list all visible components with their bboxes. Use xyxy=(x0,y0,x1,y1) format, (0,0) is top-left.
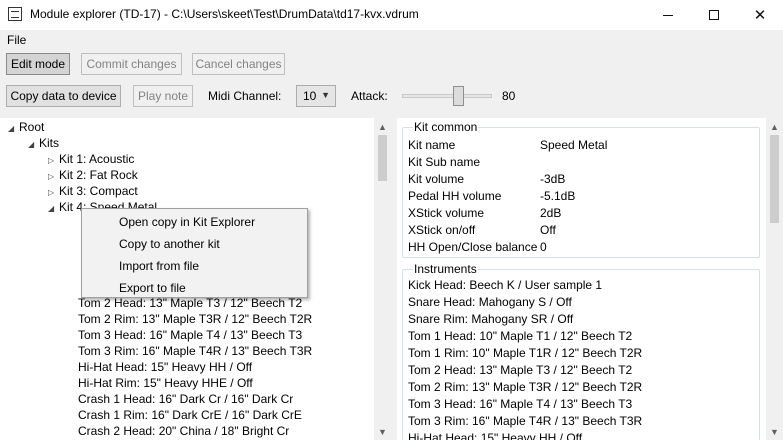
instruments-group: Instruments Kick Head: Beech K / User sa… xyxy=(402,262,760,440)
chevron-up-icon[interactable]: ▲ xyxy=(766,118,783,135)
detail-scrollbar-thumb[interactable] xyxy=(770,135,779,223)
triangle-right-icon: ▷ xyxy=(48,156,55,165)
instrument-row: Tom 3 Rim: 16" Maple T4R / 13" Beech T3R xyxy=(408,414,643,428)
attack-label: Attack: xyxy=(351,89,388,103)
detail-panel: Kit common Kit name Speed Metal Kit Sub n… xyxy=(397,118,767,440)
minimize-icon xyxy=(663,14,673,16)
copy-data-to-device-button[interactable]: Copy data to device xyxy=(6,85,121,107)
triangle-right-icon: ▷ xyxy=(48,188,55,197)
instrument-row: Hi-Hat Head: 15" Heavy HH / Off xyxy=(408,431,583,440)
context-menu-copy-to-kit[interactable]: Copy to another kit xyxy=(119,237,220,251)
context-menu: Open copy in Kit Explorer Copy to anothe… xyxy=(81,208,308,298)
instrument-row: Tom 1 Head: 10" Maple T1 / 12" Beech T2 xyxy=(408,329,633,343)
tree-item-instrument[interactable]: Tom 2 Head: 13" Maple T3 / 12" Beech T2 xyxy=(78,296,302,310)
kit-common-row: Kit Sub name xyxy=(408,155,481,169)
tree-item-instrument[interactable]: Crash 1 Rim: 16" Dark CrE / 16" Dark CrE xyxy=(78,408,302,422)
commit-changes-button[interactable]: Commit changes xyxy=(81,53,182,75)
attack-value: 80 xyxy=(502,89,516,103)
tree-item-kit[interactable]: ▷ Kit 1: Acoustic xyxy=(48,152,134,166)
tree-item-instrument[interactable]: Hi-Hat Head: 15" Heavy HH / Off xyxy=(78,360,252,374)
midi-channel-label: Midi Channel: xyxy=(208,89,282,103)
menu-file[interactable]: File xyxy=(7,33,26,47)
kit-common-group: Kit common Kit name Speed Metal Kit Sub n… xyxy=(402,120,760,258)
instruments-title: Instruments xyxy=(413,262,478,276)
tree-item-root[interactable]: ◢ Root xyxy=(8,120,44,134)
kit-common-row: HH Open/Close balance 0 xyxy=(408,240,547,254)
maximize-button[interactable] xyxy=(691,0,737,30)
tree-item-kit[interactable]: ▷ Kit 2: Fat Rock xyxy=(48,168,138,182)
tree-item-instrument[interactable]: Crash 1 Head: 16" Dark Cr / 16" Dark Cr xyxy=(78,392,293,406)
instrument-row: Snare Head: Mahogany S / Off xyxy=(408,295,572,309)
kit-common-row: Kit name Speed Metal xyxy=(408,138,608,152)
instrument-row: Tom 2 Rim: 13" Maple T3R / 12" Beech T2R xyxy=(408,380,643,394)
tree-item-instrument[interactable]: Tom 3 Head: 16" Maple T4 / 13" Beech T3 xyxy=(78,328,302,342)
triangle-right-icon: ▷ xyxy=(48,172,55,181)
chevron-down-icon[interactable]: ▼ xyxy=(374,423,391,440)
context-menu-open-copy[interactable]: Open copy in Kit Explorer xyxy=(119,215,255,229)
kit-common-row: XStick volume 2dB xyxy=(408,206,562,220)
play-note-button[interactable]: Play note xyxy=(133,85,193,107)
context-menu-import[interactable]: Import from file xyxy=(119,259,199,273)
tree-item-instrument[interactable]: Tom 3 Rim: 16" Maple T4R / 13" Beech T3R xyxy=(78,344,312,358)
close-button[interactable]: ✕ xyxy=(737,0,783,30)
chevron-down-icon[interactable]: ▼ xyxy=(766,423,783,440)
tree-scrollbar[interactable]: ▲ ▼ xyxy=(374,118,391,440)
tree-item-instrument[interactable]: Tom 2 Rim: 13" Maple T3R / 12" Beech T2R xyxy=(78,312,312,326)
triangle-down-icon: ◢ xyxy=(28,140,35,149)
kit-common-row: XStick on/off Off xyxy=(408,223,556,237)
kit-common-row: Pedal HH volume -5.1dB xyxy=(408,189,576,203)
instrument-row: Snare Rim: Mahogany SR / Off xyxy=(408,312,574,326)
maximize-icon xyxy=(709,10,719,20)
triangle-down-icon: ◢ xyxy=(48,204,55,213)
triangle-down-icon: ◢ xyxy=(8,124,15,133)
tree-item-kit[interactable]: ▷ Kit 3: Compact xyxy=(48,184,138,198)
chevron-up-icon[interactable]: ▲ xyxy=(374,118,391,135)
attack-slider-thumb[interactable] xyxy=(453,86,464,106)
cancel-changes-button[interactable]: Cancel changes xyxy=(192,53,285,75)
kit-common-title: Kit common xyxy=(413,120,479,134)
chevron-down-icon: ▼ xyxy=(321,90,330,100)
tree-scrollbar-thumb[interactable] xyxy=(378,135,387,181)
tree-item-kits[interactable]: ◢ Kits xyxy=(28,136,59,150)
minimize-button[interactable] xyxy=(645,0,691,30)
edit-mode-button[interactable]: Edit mode xyxy=(6,53,70,75)
kit-common-row: Kit volume -3dB xyxy=(408,172,566,186)
attack-slider-track[interactable] xyxy=(402,94,492,98)
instrument-row: Kick Head: Beech K / User sample 1 xyxy=(408,278,603,292)
instrument-row: Tom 2 Head: 13" Maple T3 / 12" Beech T2 xyxy=(408,363,633,377)
app-icon xyxy=(8,7,22,21)
context-menu-export[interactable]: Export to file xyxy=(119,281,186,295)
title-bar: Module explorer (TD-17) - C:\Users\skeet… xyxy=(0,0,783,30)
midi-channel-select[interactable]: 10 ▼ xyxy=(296,85,336,107)
menu-bar: File xyxy=(0,30,783,50)
tree-item-instrument[interactable]: Hi-Hat Rim: 15" Heavy HHE / Off xyxy=(78,376,253,390)
tree-item-instrument[interactable]: Crash 2 Head: 20" China / 18" Bright Cr xyxy=(78,424,289,438)
instrument-row: Tom 3 Head: 16" Maple T4 / 13" Beech T3 xyxy=(408,397,633,411)
detail-scrollbar[interactable]: ▲ ▼ xyxy=(766,118,783,440)
instrument-row: Tom 1 Rim: 10" Maple T1R / 12" Beech T2R xyxy=(408,346,643,360)
midi-channel-value: 10 xyxy=(303,89,317,103)
window-title: Module explorer (TD-17) - C:\Users\skeet… xyxy=(30,7,419,21)
close-icon: ✕ xyxy=(753,7,767,24)
